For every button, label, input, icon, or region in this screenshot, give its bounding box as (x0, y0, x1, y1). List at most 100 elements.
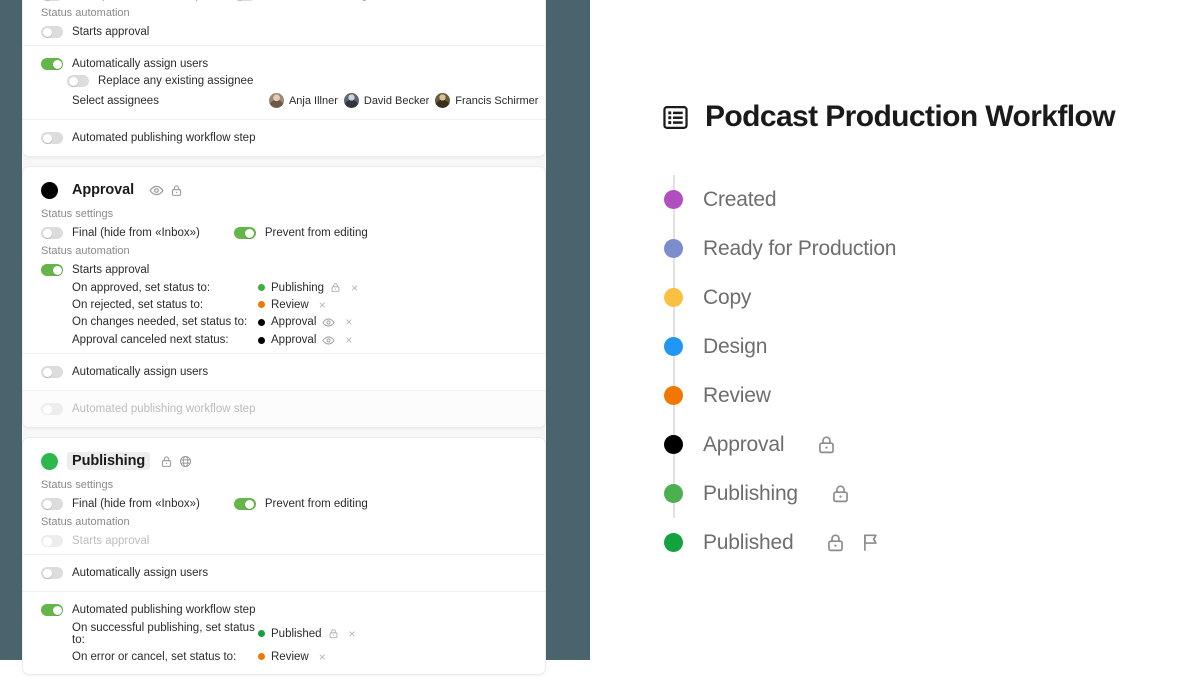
starts-approval-toggle[interactable] (41, 26, 63, 38)
status-color-dot (664, 435, 683, 454)
status-color-dot (664, 484, 683, 503)
automation-rule-value[interactable]: Publishing × (258, 282, 358, 294)
final-hide-label: Final (hide from «Inbox») (72, 227, 200, 239)
final-hide-toggle[interactable] (41, 498, 63, 510)
automation-rule-value[interactable]: Review × (258, 299, 326, 311)
status-name: Review (271, 298, 309, 311)
remove-rule-button[interactable]: × (345, 334, 352, 346)
workflow-status-item[interactable]: Design (664, 322, 896, 371)
card-header: Publishing (23, 438, 545, 476)
remove-rule-button[interactable]: × (319, 651, 326, 663)
status-settings-label: Status settings (41, 479, 114, 491)
assign-users-toggle[interactable] (41, 58, 63, 70)
prevent-editing-label: Prevent from editing (264, 227, 368, 239)
publishing-card: Publishing Status settings Final (hide fro… (22, 437, 546, 675)
assignee-chip[interactable]: Francis Schirmer (435, 93, 538, 108)
prevent-editing-toggle[interactable] (233, 227, 256, 239)
prevent-editing-label: Prevent from editing (264, 498, 368, 510)
prevent-editing-toggle[interactable] (233, 0, 256, 1)
assign-users-band: Automatically assign users (23, 353, 545, 390)
starts-approval-row: Starts approval (41, 23, 545, 41)
status-label: Published (703, 530, 794, 554)
workflow-status-item[interactable]: Copy (664, 273, 896, 322)
lock-icon[interactable] (170, 184, 183, 197)
assignee-name: David Becker (363, 94, 430, 107)
eye-icon[interactable] (322, 334, 336, 347)
replace-assignee-toggle[interactable] (67, 75, 89, 87)
assign-users-label: Automatically assign users (72, 58, 209, 70)
remove-rule-button[interactable]: × (319, 299, 326, 311)
page-title: Podcast Production Workflow (705, 100, 1116, 133)
status-settings-section: Status settings Final (hide from «Inbox»)… (23, 476, 545, 554)
assignee-chip[interactable]: David Becker (343, 93, 430, 108)
assign-users-band: Automatically assign users Replace any ex… (23, 45, 545, 119)
status-name-field[interactable]: Approval (67, 181, 139, 199)
lock-icon[interactable] (825, 532, 846, 553)
automation-rule-label: On rejected, set status to: (72, 298, 204, 311)
automation-rule-label: Approval canceled next status: (72, 334, 229, 346)
status-color-dot (664, 337, 683, 356)
workflow-status-item[interactable]: Publishing (664, 469, 896, 518)
card-header: Approval (23, 167, 545, 205)
workflow-status-item[interactable]: Published (664, 518, 896, 567)
status-name-field[interactable]: Publishing (67, 452, 151, 470)
lock-icon[interactable] (328, 628, 339, 639)
eye-icon[interactable] (149, 183, 164, 198)
assign-users-toggle[interactable] (41, 567, 63, 579)
workflow-status-item[interactable]: Ready for Production (664, 224, 896, 273)
lock-icon[interactable] (160, 455, 173, 468)
status-color-dot[interactable] (41, 181, 58, 199)
assign-users-toggle[interactable] (41, 366, 63, 378)
automation-rule-value[interactable]: Approval × (258, 316, 352, 329)
publish-step-band: Automated publishing workflow step (23, 390, 545, 427)
lock-icon[interactable] (330, 282, 341, 293)
prevent-editing-toggle[interactable] (233, 498, 256, 510)
lock-icon[interactable] (830, 483, 851, 504)
publish-step-row: Automated publishing workflow step (41, 601, 545, 619)
workflow-status-item[interactable]: Approval (664, 420, 896, 469)
flag-icon[interactable] (860, 532, 881, 553)
starts-approval-toggle[interactable] (41, 535, 63, 547)
eye-icon[interactable] (322, 316, 336, 329)
status-dot (258, 318, 265, 326)
assign-users-row: Automatically assign users (41, 55, 545, 73)
workflow-status-item[interactable]: Review (664, 371, 896, 420)
starts-approval-label: Starts approval (72, 264, 150, 276)
publish-step-label: Automated publishing workflow step (72, 132, 256, 144)
prevent-editing-label: Prevent from editing (265, 0, 368, 1)
final-hide-label: Final (hide from «Inbox») (72, 0, 200, 1)
publish-step-toggle[interactable] (41, 132, 63, 144)
assignee-chip[interactable]: Anja Illner (268, 93, 338, 108)
assignee-list: Anja Illner David Becker Francis Schirmer (268, 93, 538, 108)
status-color-dot[interactable] (41, 452, 58, 470)
status-dot (258, 630, 265, 637)
final-hide-toggle[interactable] (41, 0, 63, 1)
publish-rule-row: On successful publishing, set status to:… (41, 619, 545, 648)
automation-rule-row: On approved, set status to: Publishing × (41, 279, 545, 296)
remove-rule-button[interactable]: × (351, 282, 358, 294)
status-label: Review (703, 383, 771, 407)
publish-rule-value[interactable]: Published × (258, 628, 356, 640)
lock-icon[interactable] (816, 434, 837, 455)
status-color-dot (664, 239, 683, 258)
remove-rule-button[interactable]: × (345, 316, 352, 328)
avatar (435, 93, 451, 108)
publish-step-toggle[interactable] (41, 403, 63, 415)
globe-icon[interactable] (179, 455, 192, 468)
assign-users-label: Automatically assign users (72, 366, 209, 378)
starts-approval-toggle[interactable] (41, 264, 63, 276)
publish-step-band: Automated publishing workflow step On suc… (23, 591, 545, 674)
publish-step-toggle[interactable] (41, 604, 63, 616)
automation-rule-label: On changes needed, set status to: (72, 316, 248, 328)
replace-assignee-row: Replace any existing assignee (41, 73, 545, 89)
publish-rule-value[interactable]: Review × (258, 651, 326, 663)
workflow-status-item[interactable]: Created (664, 175, 896, 224)
select-assignees-label: Select assignees (72, 94, 159, 107)
approval-card: Approval Status settings Final (hide from … (22, 166, 546, 428)
remove-rule-button[interactable]: × (349, 628, 356, 640)
automation-rule-value[interactable]: Approval × (258, 334, 352, 347)
final-hide-toggle[interactable] (41, 227, 63, 239)
avatar (268, 93, 284, 108)
workflow-title-row: Podcast Production Workflow (662, 100, 1116, 134)
status-label: Created (703, 187, 777, 211)
